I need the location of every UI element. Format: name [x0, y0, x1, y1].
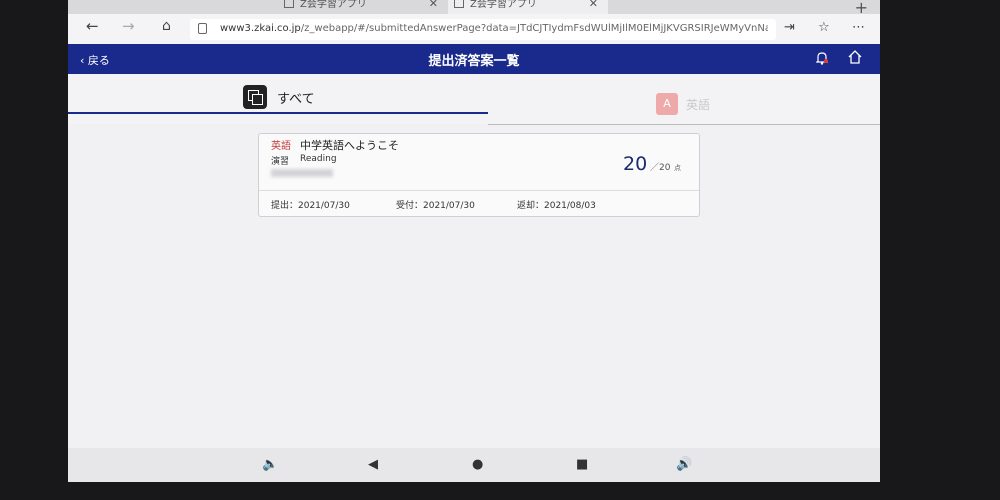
url-path: /z_webapp/#/submittedAnswerPage?data=JTd… [300, 23, 768, 34]
redacted-code [271, 169, 333, 177]
url-text[interactable]: www3.zkai.co.jp/z_webapp/#/submittedAnsw… [220, 23, 768, 34]
nav-home-icon[interactable]: ● [472, 457, 483, 472]
submitted-date: 提出：2021/07/30 [271, 201, 350, 211]
app-header: ‹ 戻る 提出済答案一覧 [68, 44, 880, 74]
score-value: 20 [623, 153, 648, 175]
volume-up-icon[interactable]: 🔊 [676, 457, 692, 472]
browser-tab-label: Z会学習アプリ [470, 0, 537, 10]
home-icon[interactable] [848, 50, 862, 64]
address-bar[interactable]: www3.zkai.co.jp/z_webapp/#/submittedAnsw… [190, 19, 776, 40]
browser-tab-strip: Z会学習アプリ ✕ Z会学習アプリ ✕ + [68, 0, 880, 17]
tab-divider [488, 124, 880, 125]
card-divider [259, 190, 699, 191]
tab-all-label: すべて [277, 92, 315, 107]
close-icon[interactable]: ✕ [589, 0, 598, 9]
forward-arrow-icon[interactable]: → [122, 17, 135, 35]
tab-english-label: 英語 [686, 98, 711, 112]
volume-down-icon[interactable]: 🔈 [262, 457, 278, 472]
favorites-icon[interactable]: ☆ [818, 20, 830, 35]
browser-tab-label: Z会学習アプリ [300, 0, 367, 10]
submission-card[interactable]: 英語 中学英語へようこそ 演習 Reading 20 ／20 点 提出：2021… [258, 133, 700, 217]
active-tab-indicator [68, 112, 488, 114]
page-icon [284, 0, 294, 8]
close-icon[interactable]: ✕ [429, 0, 438, 9]
nav-recents-icon[interactable]: ■ [576, 457, 588, 472]
bell-icon[interactable] [816, 51, 828, 65]
exercise-name: Reading [300, 154, 337, 164]
copy-icon [243, 85, 267, 109]
tablet-screen: Z会学習アプリ ✕ Z会学習アプリ ✕ + ← → ⌂ www3.zkai.co… [68, 0, 880, 482]
returned-date: 返却：2021/08/03 [517, 201, 596, 211]
browser-tab[interactable]: Z会学習アプリ ✕ [278, 0, 448, 14]
exercise-type: 演習 [271, 157, 290, 167]
browser-toolbar: ← → ⌂ www3.zkai.co.jp/z_webapp/#/submitt… [68, 14, 880, 44]
nav-back-icon[interactable]: ◀ [368, 457, 378, 472]
score-unit: 点 [674, 164, 681, 172]
lock-icon [198, 23, 207, 34]
english-subject-icon: A [656, 93, 678, 115]
url-host: www3.zkai.co.jp [220, 23, 301, 34]
more-icon[interactable]: ⋯ [852, 20, 865, 35]
score-max: ／20 [650, 163, 671, 173]
page-title: 提出済答案一覧 [428, 54, 520, 69]
received-date: 受付：2021/07/30 [396, 201, 475, 211]
system-nav-bar: 🔈 ◀ ● ■ 🔊 [68, 448, 880, 482]
browser-tab-active[interactable]: Z会学習アプリ ✕ [448, 0, 608, 14]
home-icon[interactable]: ⌂ [162, 18, 171, 34]
page-icon [454, 0, 464, 8]
lesson-title: 中学英語へようこそ [300, 139, 399, 152]
share-icon[interactable]: ⇥ [784, 20, 795, 35]
filter-tabs: すべて A 英語 [68, 74, 880, 124]
subject-label: 英語 [271, 141, 291, 152]
back-arrow-icon[interactable]: ← [86, 17, 99, 35]
